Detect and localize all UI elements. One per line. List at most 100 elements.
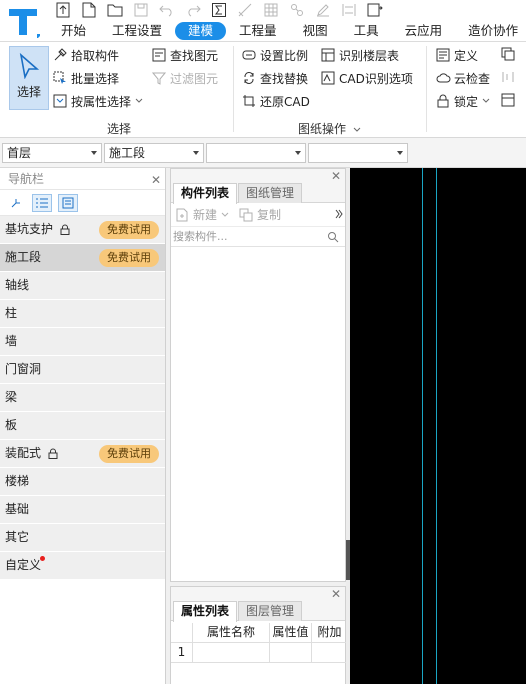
property-name-cell[interactable] (193, 643, 270, 662)
close-icon[interactable]: ✕ (331, 169, 341, 183)
close-icon[interactable]: ✕ (331, 587, 341, 601)
undo-icon[interactable] (158, 1, 176, 19)
find-replace-button[interactable]: 查找替换 (241, 68, 308, 88)
expand-icon[interactable] (6, 194, 26, 212)
tab-quantities[interactable]: 工程量 (226, 22, 290, 40)
redo-icon[interactable] (184, 1, 202, 19)
batch-select-button[interactable]: 批量选择 (52, 68, 119, 88)
property-value-cell[interactable] (270, 643, 312, 662)
tab-component-list[interactable]: 构件列表 (173, 183, 238, 204)
pick-component-button[interactable]: 拾取构件 (52, 45, 119, 65)
select-button[interactable]: 选择 (9, 46, 49, 110)
set-scale-label: 设置比例 (260, 48, 309, 63)
save-icon[interactable] (132, 1, 150, 19)
component-search-field[interactable]: 搜索构件... (171, 227, 345, 247)
nav-item-custom[interactable]: 自定义 (0, 552, 165, 580)
restore-cad-button[interactable]: 还原CAD (241, 91, 310, 111)
quick-access-toolbar (54, 1, 392, 19)
close-icon[interactable]: ✕ (151, 169, 161, 191)
tab-layer-management[interactable]: 图层管理 (238, 601, 303, 621)
cursor-arrow-icon (19, 53, 40, 79)
layer-icon[interactable] (288, 1, 306, 19)
tab-property-list[interactable]: 属性列表 (173, 601, 238, 622)
cloud-check-button[interactable]: 云检查 (435, 68, 490, 88)
col-property-value: 属性值 (270, 623, 312, 642)
tab-drawing-management[interactable]: 图纸管理 (238, 183, 303, 203)
tab-cost-collab[interactable]: 造价协作 (455, 22, 526, 40)
tab-modeling[interactable]: 建模 (175, 22, 227, 40)
filter-element-button[interactable]: 过滤图元 (151, 68, 218, 88)
free-trial-badge[interactable]: 免费试用 (99, 221, 159, 239)
nav-item-foundation[interactable]: 基础 (0, 496, 165, 524)
nav-item-other[interactable]: 其它 (0, 524, 165, 552)
nav-item-beam[interactable]: 梁 (0, 384, 165, 412)
copy-tool-icon[interactable] (501, 47, 515, 64)
chevron-down-icon (193, 151, 199, 155)
category-select-value: 施工段 (109, 146, 146, 160)
cad-recognition-options-button[interactable]: CAD识别选项 (320, 68, 413, 88)
nav-item-slab[interactable]: 板 (0, 412, 165, 440)
nav-item-column[interactable]: 柱 (0, 300, 165, 328)
sum-icon[interactable] (210, 1, 228, 19)
batch-select-label: 批量选择 (71, 71, 120, 86)
find-element-icon (151, 47, 167, 63)
free-trial-badge[interactable]: 免费试用 (99, 249, 159, 267)
pick-component-label: 拾取构件 (71, 48, 120, 63)
nav-item-wall[interactable]: 墙 (0, 328, 165, 356)
component-type-select[interactable] (206, 143, 306, 163)
tab-project-settings[interactable]: 工程设置 (99, 22, 175, 40)
component-select[interactable] (308, 143, 408, 163)
tab-view[interactable]: 视图 (290, 22, 341, 40)
grid-icon[interactable] (262, 1, 280, 19)
new-file-icon[interactable] (80, 1, 98, 19)
drawing-ops-group-label[interactable]: 图纸操作 (298, 120, 361, 137)
define-button[interactable]: 定义 (435, 45, 478, 65)
tab-cloud[interactable]: 云应用 (392, 22, 456, 40)
nav-item-axis[interactable]: 轴线 (0, 272, 165, 300)
category-select[interactable]: 施工段 (104, 143, 204, 163)
nav-item-door-window[interactable]: 门窗洞 (0, 356, 165, 384)
nav-item-stairs[interactable]: 楼梯 (0, 468, 165, 496)
more-tools-icon[interactable] (335, 208, 343, 222)
select-button-label: 选择 (16, 85, 41, 99)
display-tool-icon[interactable] (501, 93, 515, 110)
row-index-header (171, 623, 193, 642)
floor-select-value: 首层 (7, 146, 32, 160)
tab-start[interactable]: 开始 (48, 22, 99, 40)
table-row[interactable]: 1 (171, 643, 347, 663)
nav-item-label: 楼梯 (5, 474, 30, 488)
nav-item-label: 墙 (5, 334, 18, 348)
floor-select[interactable]: 首层 (2, 143, 102, 163)
nav-item-foundation-pit[interactable]: 基坑支护 免费试用 (0, 216, 165, 244)
scale-icon (241, 47, 257, 63)
select-by-attribute-button[interactable]: 按属性选择 (52, 91, 143, 111)
search-icon[interactable] (327, 231, 339, 243)
open-folder-icon[interactable] (106, 1, 124, 19)
measure-icon[interactable] (236, 1, 254, 19)
new-button[interactable]: 新建 (193, 206, 217, 223)
sync-icon[interactable] (366, 1, 384, 19)
drawing-canvas[interactable] (350, 168, 526, 684)
upload-icon[interactable] (54, 1, 72, 19)
property-extra-cell[interactable] (312, 643, 347, 662)
copy-button[interactable]: 复制 (257, 206, 281, 223)
tab-tools[interactable]: 工具 (341, 22, 392, 40)
filter-icon (151, 70, 167, 86)
nav-item-label: 基础 (5, 502, 30, 516)
find-element-button[interactable]: 查找图元 (151, 45, 218, 65)
lock-icon (48, 448, 58, 459)
set-scale-button[interactable]: 设置比例 (241, 45, 308, 65)
list-view-icon[interactable] (32, 193, 52, 212)
nav-item-construction-section[interactable]: 施工段 免费试用 (0, 244, 165, 272)
free-trial-badge[interactable]: 免费试用 (99, 445, 159, 463)
edit-icon[interactable] (314, 1, 332, 19)
cad-options-icon (320, 70, 336, 86)
detail-view-icon[interactable] (58, 193, 78, 212)
nav-item-prefab[interactable]: 装配式 免费试用 (0, 440, 165, 468)
recognize-floor-table-button[interactable]: 识别楼层表 (320, 45, 399, 65)
select-by-attribute-label: 按属性选择 (71, 94, 132, 109)
lock-button[interactable]: 锁定 (435, 91, 490, 111)
align-icon[interactable] (340, 1, 358, 19)
distance-tool-icon[interactable] (501, 70, 515, 87)
title-bar: 开始 工程设置 建模 工程量 视图 工具 云应用 造价协作 (0, 0, 526, 42)
